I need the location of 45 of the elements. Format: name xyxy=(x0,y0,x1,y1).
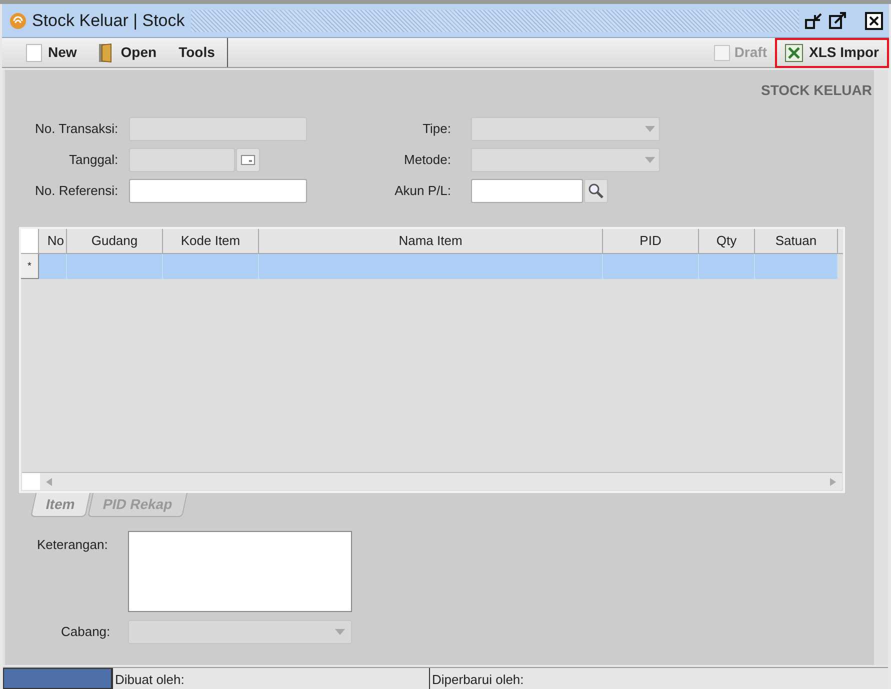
calendar-button[interactable] xyxy=(236,148,260,172)
search-button[interactable] xyxy=(584,179,608,203)
xls-import-button[interactable]: XLS Impor xyxy=(774,38,889,68)
status-field: Dibuat oleh: xyxy=(112,668,429,689)
new-row[interactable] xyxy=(39,254,838,279)
column-header[interactable]: Qty xyxy=(699,229,755,253)
field-label: Tanggal: xyxy=(68,151,120,170)
row-marker[interactable]: * xyxy=(21,254,39,279)
close-icon[interactable] xyxy=(865,12,883,30)
toolbar-button[interactable]: New xyxy=(2,38,97,67)
spreadsheet-icon xyxy=(784,44,803,62)
scroll-right-icon[interactable] xyxy=(830,478,836,486)
calendar-icon xyxy=(241,155,255,165)
caret-icon xyxy=(645,126,655,132)
column-header[interactable]: PID xyxy=(603,229,699,253)
form-heading: STOCK KELUAR xyxy=(761,81,872,100)
field-label: Akun P/L: xyxy=(394,182,452,200)
field-label: No. Transaksi: xyxy=(34,120,120,138)
blank-page-icon xyxy=(26,44,42,62)
input-field[interactable] xyxy=(471,179,583,203)
toolbar-button[interactable]: Open xyxy=(96,38,179,67)
restore-icon[interactable] xyxy=(805,12,823,30)
field-label: Tipe: xyxy=(422,120,452,138)
maximize-icon[interactable] xyxy=(829,12,847,30)
field-label: Cabang: xyxy=(60,623,112,642)
app-logo-icon xyxy=(10,12,26,28)
scroll-left-icon[interactable] xyxy=(46,478,52,486)
search-icon xyxy=(588,183,604,199)
column-header[interactable]: Nama Item xyxy=(259,229,603,253)
notes-field[interactable] xyxy=(128,531,352,612)
field-label: Metode: xyxy=(403,151,452,170)
column-header[interactable]: Gudang xyxy=(67,229,163,253)
column-header[interactable]: No xyxy=(39,229,67,253)
field-label: Keterangan: xyxy=(37,536,109,554)
horizontal-scrollbar[interactable] xyxy=(22,472,842,490)
column-header[interactable]: Satuan xyxy=(755,229,838,253)
column-header[interactable]: Kode Item xyxy=(163,229,259,253)
caret-icon xyxy=(645,157,655,163)
caret-icon xyxy=(335,629,345,635)
status-field: Diperbarui oleh: xyxy=(429,668,888,689)
toolbar-button[interactable]: Tools xyxy=(178,38,225,67)
field-label: No. Referensi: xyxy=(34,182,120,200)
scrollbar-corner xyxy=(22,473,40,490)
input-field[interactable] xyxy=(129,179,307,203)
window-title: Stock Keluar | Stock xyxy=(32,10,185,32)
